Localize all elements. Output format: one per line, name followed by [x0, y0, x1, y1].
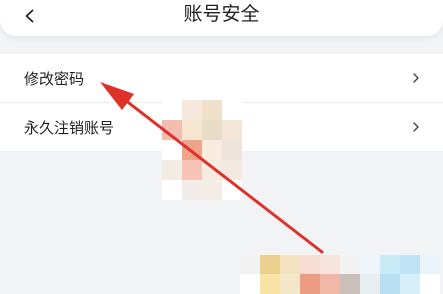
delete-account-label: 永久注销账号	[24, 118, 115, 137]
page-title: 账号安全	[183, 3, 260, 25]
redaction-mosaic	[162, 100, 242, 200]
chevron-right-icon	[413, 122, 419, 132]
redaction-mosaic	[240, 255, 440, 294]
change-password-item[interactable]: 修改密码	[0, 54, 443, 102]
change-password-label: 修改密码	[24, 69, 85, 88]
chevron-right-icon	[413, 73, 419, 83]
header-bar: 账号安全	[0, 0, 443, 36]
